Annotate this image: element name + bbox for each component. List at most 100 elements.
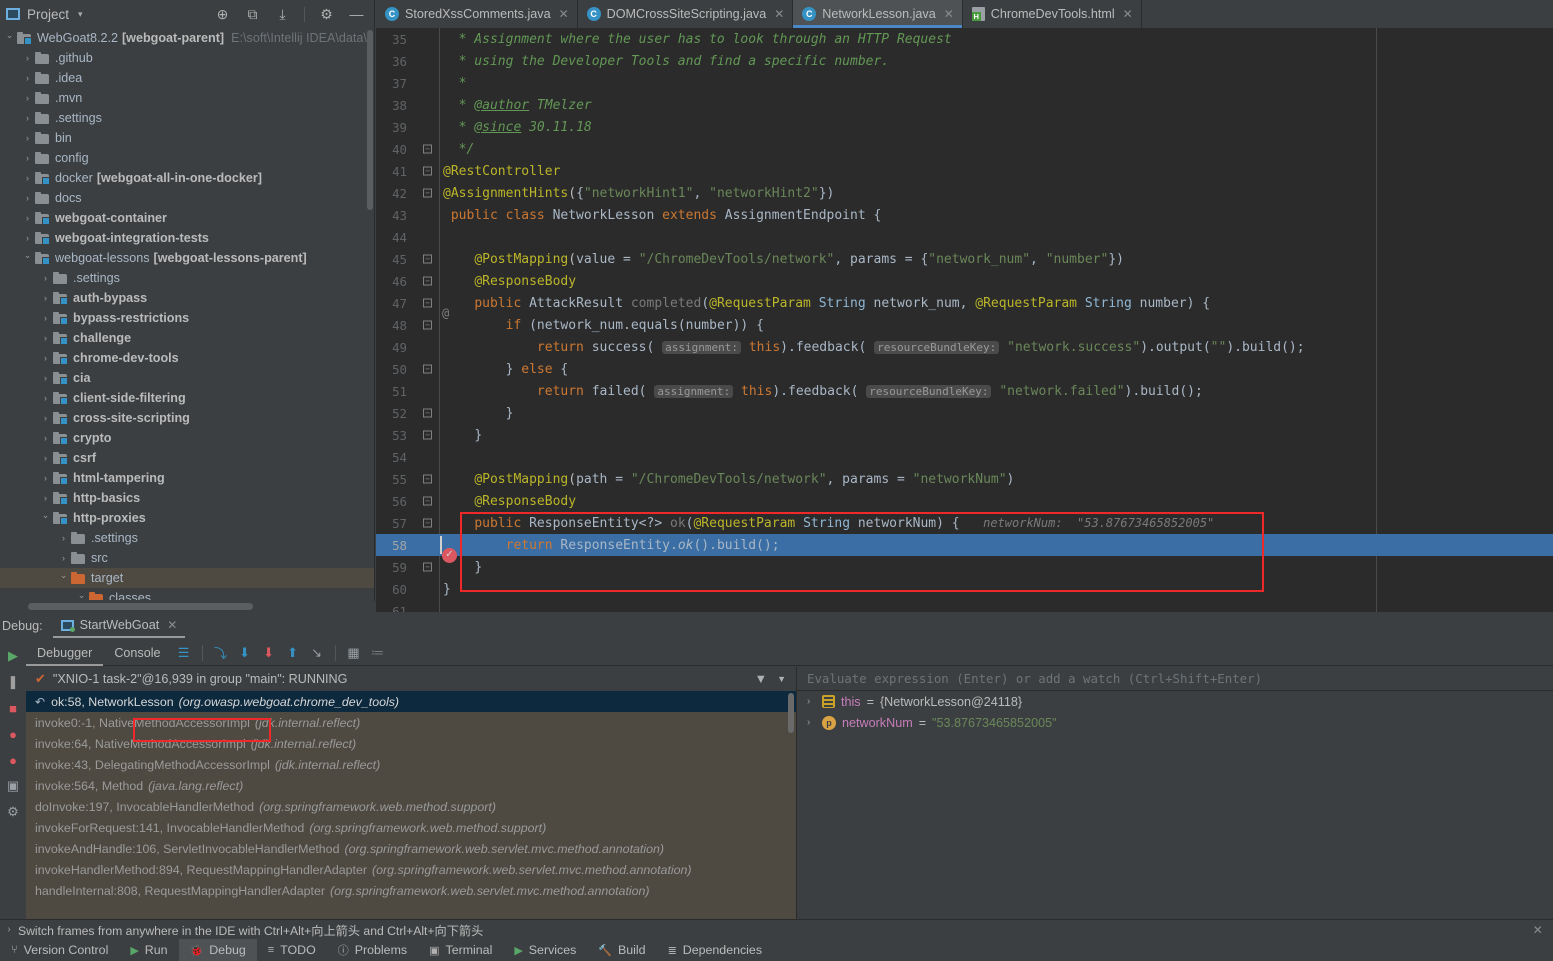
step-over-icon[interactable]: ⤵ [209,641,233,665]
pause-program-icon[interactable]: ❚ [0,669,26,695]
code-line[interactable]: 44 [376,226,1553,248]
editor-tab[interactable]: ChromeDevTools.html ✕ [963,0,1142,28]
stack-frame-item[interactable]: invoke:43, DelegatingMethodAccessorImpl (… [26,754,796,775]
code-line[interactable]: 43 public class NetworkLesson extends As… [376,204,1553,226]
chevron-right-icon[interactable] [22,133,33,143]
tree-item[interactable]: crypto [0,428,374,448]
stack-frame-item[interactable]: invokeForRequest:141, InvocableHandlerMe… [26,817,796,838]
tree-item[interactable]: classes [0,588,374,600]
close-icon[interactable]: ✕ [559,7,569,21]
code-line[interactable]: 61 [376,600,1553,613]
stack-frame-item[interactable]: invoke:564, Method (java.lang.reflect) [26,775,796,796]
scrollbar-thumb[interactable] [28,603,253,610]
settings-icon[interactable]: ≔ [366,641,390,665]
frames-scrollbar[interactable] [788,693,794,733]
evaluate-expression-input[interactable]: Evaluate expression (Enter) or add a wat… [797,667,1553,691]
locate-icon[interactable]: ⊕ [214,6,231,23]
statusbar-button-build[interactable]: 🔨 Build [587,939,656,961]
statusbar-button-run[interactable]: ▶ Run [119,939,178,961]
fold-icon[interactable]: − [423,144,432,154]
chevron-right-icon[interactable] [40,293,51,303]
code-editor[interactable]: 35 * Assignment where the user has to lo… [376,28,1553,612]
fold-icon[interactable]: − [423,166,432,176]
stack-frame-item[interactable]: handleInternal:808, RequestMappingHandle… [26,880,796,901]
stack-frame-item[interactable]: doInvoke:197, InvocableHandlerMethod (org… [26,796,796,817]
tree-item[interactable]: config [0,148,374,168]
chevron-right-icon[interactable] [40,413,51,423]
camera-icon[interactable]: ▣ [0,773,26,799]
stack-frame-item[interactable]: ↶ ok:58, NetworkLesson (org.owasp.webgoat.… [26,691,796,712]
code-line[interactable]: 36 * using the Developer Tools and find … [376,50,1553,72]
code-line[interactable]: 41 − @RestController [376,160,1553,182]
run-to-cursor-icon[interactable]: ↘ [305,641,329,665]
statusbar-button-terminal[interactable]: ▣ Terminal [418,939,503,961]
code-line[interactable]: 53 − } [376,424,1553,446]
chevron-right-icon[interactable]: › [807,696,816,707]
layout-icon[interactable]: ☰ [172,641,196,665]
chevron-down-icon[interactable] [58,573,69,584]
tree-item[interactable]: .mvn [0,88,374,108]
chevron-right-icon[interactable] [40,473,51,483]
tree-item[interactable]: bin [0,128,374,148]
tree-item[interactable]: csrf [0,448,374,468]
chevron-right-icon[interactable] [40,493,51,503]
tree-item[interactable]: http-proxies [0,508,374,528]
tree-item[interactable]: chrome-dev-tools [0,348,374,368]
tree-item[interactable]: client-side-filtering [0,388,374,408]
chevron-right-icon[interactable] [58,533,69,543]
expand-all-icon[interactable]: ⧉ [244,6,261,23]
fold-icon[interactable]: − [423,496,432,506]
stack-frame-item[interactable]: invokeHandlerMethod:894, RequestMappingH… [26,859,796,880]
code-line[interactable]: 48 − if (network_num.equals(number)) { [376,314,1553,336]
chevron-right-icon[interactable] [22,53,33,63]
chevron-right-icon[interactable] [22,93,33,103]
fold-icon[interactable]: − [423,254,432,264]
chevron-right-icon[interactable] [40,453,51,463]
code-line[interactable]: 42 − @AssignmentHints({"networkHint1", "ne… [376,182,1553,204]
collapse-all-icon[interactable]: ⤓ [274,6,291,23]
mute-breakpoints-icon[interactable]: ● [0,747,26,773]
statusbar-button-version-control[interactable]: ⑂ Version Control [0,939,119,961]
code-line[interactable]: 49 return success( assignment: this).fee… [376,336,1553,358]
thread-selector[interactable]: ✔ "XNIO-1 task-2"@16,939 in group "main"… [26,667,796,691]
close-icon[interactable]: ✕ [774,7,784,21]
debug-session-tab[interactable]: StartWebGoat ✕ [52,614,186,638]
view-breakpoints-icon[interactable]: ● [0,721,26,747]
chevron-down-icon[interactable] [22,253,33,264]
chevron-right-icon[interactable] [22,113,33,123]
force-step-into-icon[interactable]: ⬇ [257,641,281,665]
tree-item[interactable]: auth-bypass [0,288,374,308]
chevron-right-icon[interactable] [22,173,33,183]
variable-row[interactable]: › this = {NetworkLesson@24118} [797,691,1553,712]
chevron-right-icon[interactable] [22,73,33,83]
chevron-down-icon[interactable] [76,593,87,601]
chevron-right-icon[interactable] [40,313,51,323]
tree-item[interactable]: cross-site-scripting [0,408,374,428]
tree-item[interactable]: docker[webgoat-all-in-one-docker] [0,168,374,188]
chevron-right-icon[interactable] [40,433,51,443]
code-line[interactable]: 40 − */ [376,138,1553,160]
fold-icon[interactable]: − [423,474,432,484]
tree-item[interactable]: .settings [0,108,374,128]
chevron-right-icon[interactable] [22,213,33,223]
chevron-right-icon[interactable] [40,353,51,363]
chevron-right-icon[interactable] [40,393,51,403]
variables-list[interactable]: › this = {NetworkLesson@24118} › p networkNum =… [797,691,1553,733]
chevron-right-icon[interactable] [40,333,51,343]
code-line[interactable]: 37 * [376,72,1553,94]
tree-item[interactable]: html-tampering [0,468,374,488]
chevron-right-icon[interactable] [40,373,51,383]
filter-icon[interactable]: ▼ [755,672,767,686]
code-line[interactable]: 35 * Assignment where the user has to lo… [376,28,1553,50]
chevron-right-icon[interactable] [40,273,51,283]
fold-icon[interactable]: − [423,188,432,198]
code-line[interactable]: 39 * @since 30.11.18 [376,116,1553,138]
code-line[interactable]: 38 * @author TMelzer [376,94,1553,116]
chevron-down-icon[interactable] [40,513,51,524]
chevron-down-icon[interactable] [4,33,15,44]
editor-tab[interactable]: C StoredXssComments.java ✕ [376,0,578,28]
tree-item[interactable]: docs [0,188,374,208]
fold-icon[interactable]: − [423,562,432,572]
tree-item[interactable]: cia [0,368,374,388]
close-icon[interactable]: ✕ [1533,923,1553,937]
